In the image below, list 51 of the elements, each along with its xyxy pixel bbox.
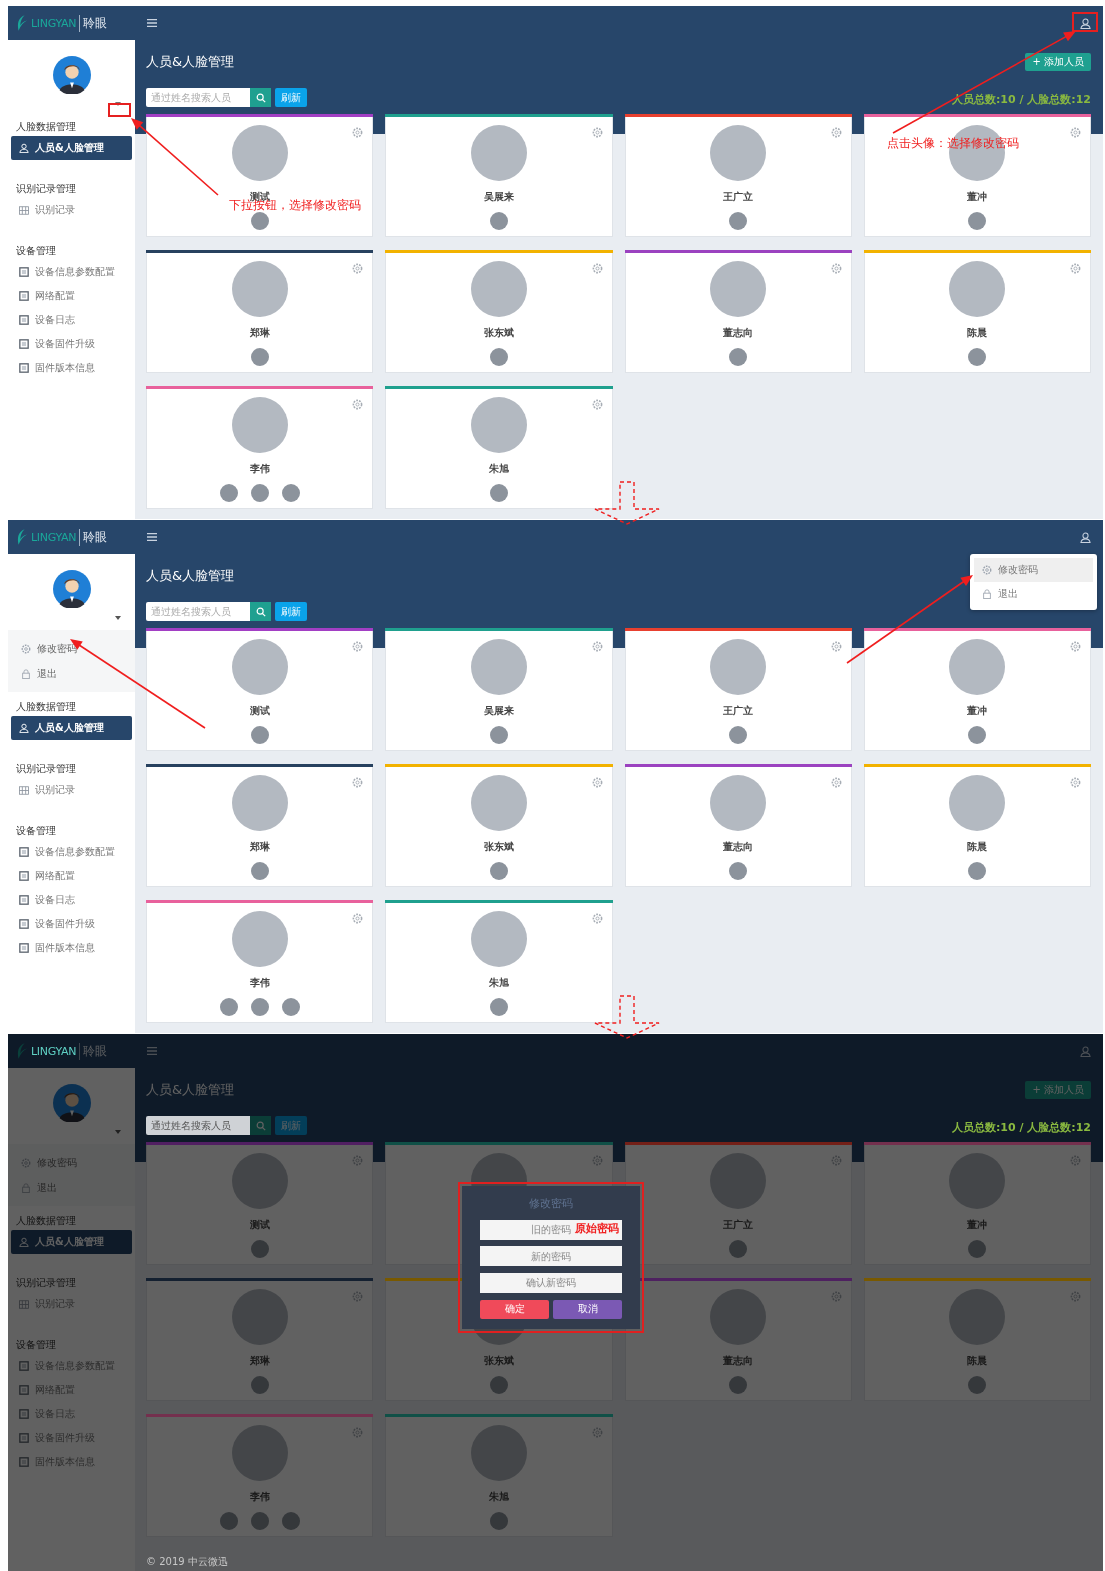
person-name: 董冲 xyxy=(967,190,988,204)
person-name: 王广立 xyxy=(723,1218,754,1232)
page-title: 人员&人脸管理 xyxy=(146,567,235,585)
person-name: 测试 xyxy=(249,704,270,718)
person-name: 董冲 xyxy=(967,1218,988,1232)
person-name: 朱旭 xyxy=(488,976,509,990)
section-heading: 人脸数据管理 xyxy=(15,700,77,714)
section-heading: 人脸数据管理 xyxy=(15,1214,77,1228)
page-title: 人员&人脸管理 xyxy=(146,1081,235,1099)
person-name: 王广立 xyxy=(723,190,754,204)
person-name: 测试 xyxy=(249,1218,270,1232)
section-heading: 设备管理 xyxy=(15,824,57,838)
totals-text: 人员总数:10 / 人脸总数:12 xyxy=(951,1120,1091,1135)
person-name: 吴展来 xyxy=(483,190,514,204)
logo-wordmark: LINGYAN xyxy=(31,530,77,544)
logo-name: 聆眼 xyxy=(79,14,108,32)
person-name: 朱旭 xyxy=(488,462,509,476)
logo-name: 聆眼 xyxy=(79,528,108,546)
annotation-text: 点击头像：选择修改密码 xyxy=(887,135,1019,152)
section-heading: 识别记录管理 xyxy=(15,762,77,776)
section-heading: 设备管理 xyxy=(15,1338,57,1352)
section-heading: 识别记录管理 xyxy=(15,1276,77,1290)
person-name: 张东斌 xyxy=(483,840,514,854)
person-name: 吴展来 xyxy=(483,704,514,718)
section-heading: 设备管理 xyxy=(15,244,57,258)
person-name: 陈晨 xyxy=(967,840,988,854)
annotation-text: 原始密码 xyxy=(575,1221,619,1236)
person-name: 董志向 xyxy=(723,326,754,340)
section-heading: 人脸数据管理 xyxy=(15,120,77,134)
person-name: 李伟 xyxy=(249,976,270,990)
person-name: 郑琳 xyxy=(249,326,270,340)
logo-name: 聆眼 xyxy=(79,1042,108,1060)
person-name: 董志向 xyxy=(723,840,754,854)
person-name: 朱旭 xyxy=(488,1490,509,1504)
section-heading: 识别记录管理 xyxy=(15,182,77,196)
page-title: 人员&人脸管理 xyxy=(146,53,235,71)
person-name: 郑琳 xyxy=(249,840,270,854)
person-name: 郑琳 xyxy=(249,1354,270,1368)
copyright-text: © 2019 中云微迅 xyxy=(146,1555,229,1569)
person-name: 张东斌 xyxy=(483,1354,514,1368)
logo-wordmark: LINGYAN xyxy=(31,1044,77,1058)
person-name: 张东斌 xyxy=(483,326,514,340)
dialog-title: 修改密码 xyxy=(528,1196,574,1211)
person-name: 陈晨 xyxy=(967,1354,988,1368)
person-name: 王广立 xyxy=(723,704,754,718)
person-name: 董志向 xyxy=(723,1354,754,1368)
person-name: 李伟 xyxy=(249,462,270,476)
person-name: 董冲 xyxy=(967,704,988,718)
logo-wordmark: LINGYAN xyxy=(31,16,77,30)
person-name: 陈晨 xyxy=(967,326,988,340)
person-name: 李伟 xyxy=(249,1490,270,1504)
